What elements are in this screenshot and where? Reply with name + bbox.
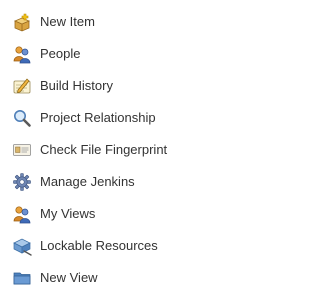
- task-new-view[interactable]: New View: [0, 262, 245, 294]
- task-check-file-fingerprint[interactable]: Check File Fingerprint: [0, 134, 245, 166]
- task-check-file-fingerprint-label: Check File Fingerprint: [40, 142, 168, 157]
- build-history-icon: [12, 76, 32, 96]
- my-views-icon: [12, 204, 32, 224]
- lock-resources-icon: [12, 236, 32, 256]
- magnifier-icon: [12, 108, 32, 128]
- task-list: New Item People Build History Project Re…: [0, 0, 245, 294]
- side-panel-tasks: New Item People Build History Project Re…: [0, 0, 245, 300]
- task-people-label: People: [40, 46, 81, 61]
- task-build-history-label: Build History: [40, 78, 113, 93]
- task-new-view-label: New View: [40, 270, 98, 285]
- task-manage-jenkins-label: Manage Jenkins: [40, 174, 135, 189]
- task-my-views-label: My Views: [40, 206, 96, 221]
- task-new-item-label: New Item: [40, 14, 95, 29]
- task-build-history[interactable]: Build History: [0, 70, 245, 102]
- task-new-item[interactable]: New Item: [0, 6, 245, 38]
- task-project-relationship-label: Project Relationship: [40, 110, 156, 125]
- gear-icon: [12, 172, 32, 192]
- task-project-relationship[interactable]: Project Relationship: [0, 102, 245, 134]
- folder-icon: [12, 268, 32, 288]
- task-manage-jenkins[interactable]: Manage Jenkins: [0, 166, 245, 198]
- task-lockable-resources-label: Lockable Resources: [40, 238, 158, 253]
- people-icon: [12, 44, 32, 64]
- task-people[interactable]: People: [0, 38, 245, 70]
- task-lockable-resources[interactable]: Lockable Resources: [0, 230, 245, 262]
- fingerprint-card-icon: [12, 140, 32, 160]
- new-item-icon: [12, 12, 32, 32]
- task-my-views[interactable]: My Views: [0, 198, 245, 230]
